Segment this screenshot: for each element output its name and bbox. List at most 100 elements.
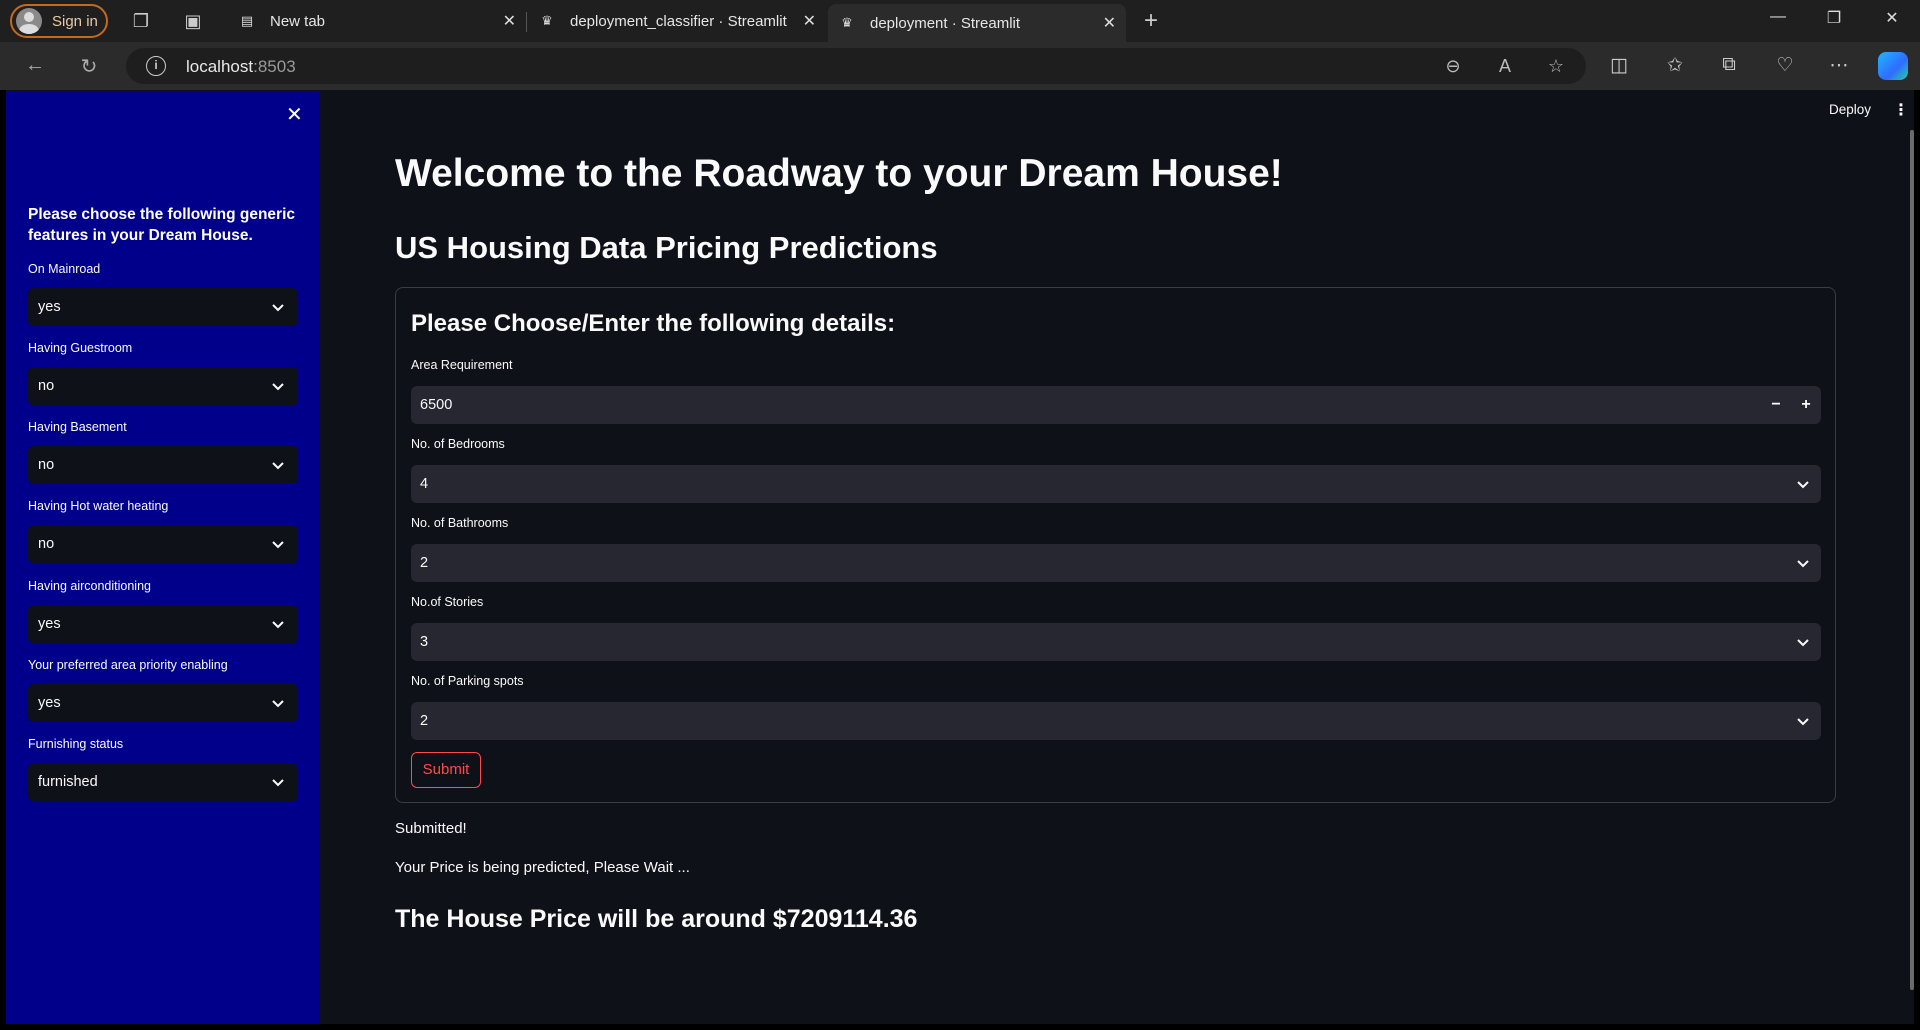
url-text: localhost:8503 (186, 57, 296, 76)
hotwater-select[interactable]: no (28, 525, 298, 563)
signin-label: Sign in (52, 12, 98, 30)
field-label: No. of Parking spots (411, 674, 524, 688)
chevron-down-icon (1797, 623, 1809, 661)
favorites-icon[interactable]: ✩ (1662, 54, 1688, 77)
address-bar[interactable]: i localhost:8503 ⊖ A ☆ (126, 48, 1586, 84)
close-tab-icon[interactable]: ✕ (803, 11, 816, 31)
chevron-down-icon (272, 525, 284, 563)
stories-field: No.of Stories 3 (411, 595, 1821, 661)
minimize-icon[interactable]: — (1766, 8, 1790, 26)
collections-icon[interactable]: ⧉ (1716, 54, 1742, 76)
streamlit-crown-icon: ♛ (541, 13, 553, 28)
close-tab-icon[interactable]: ✕ (503, 11, 516, 31)
form-title: Please Choose/Enter the following detail… (411, 310, 896, 337)
parking-select[interactable]: 2 (411, 702, 1821, 740)
tab-deployment[interactable]: ♛ deployment · Streamlit ✕ (828, 4, 1126, 42)
field-label: Furnishing status (28, 737, 124, 751)
bedrooms-select[interactable]: 4 (411, 465, 1821, 503)
field-label: No.of Stories (411, 595, 484, 609)
furnishing-select[interactable]: furnished (28, 763, 298, 801)
chevron-down-icon (272, 446, 284, 484)
bathrooms-select[interactable]: 2 (411, 544, 1821, 582)
page-title: Welcome to the Roadway to your Dream Hou… (395, 152, 1283, 195)
parking-field: No. of Parking spots 2 (411, 674, 1821, 740)
browser-essentials-icon[interactable]: ♡ (1772, 54, 1798, 77)
tab-new-tab[interactable]: ▤ New tab ✕ (228, 0, 526, 42)
tab-label: deployment · Streamlit (870, 14, 1021, 32)
favorite-star-icon[interactable]: ☆ (1544, 56, 1568, 77)
field-label: No. of Bedrooms (411, 437, 505, 451)
field-label: Having Hot water heating (28, 499, 169, 513)
prefarea-select[interactable]: yes (28, 684, 298, 722)
signin-button[interactable]: Sign in (10, 4, 108, 38)
bedrooms-field: No. of Bedrooms 4 (411, 437, 1821, 503)
area-number-input[interactable]: 6500 − + (411, 386, 1821, 424)
submitted-message: Submitted! (395, 820, 467, 837)
increment-button[interactable]: + (1791, 386, 1821, 424)
chevron-down-icon (1797, 544, 1809, 582)
sidebar-field-basement: Having Basement no (28, 420, 298, 484)
tab-label: New tab (270, 12, 326, 30)
close-window-icon[interactable]: ✕ (1880, 8, 1904, 28)
newtab-icon: ▤ (240, 13, 254, 28)
chevron-down-icon (272, 763, 284, 801)
site-info-icon[interactable]: i (146, 56, 166, 76)
sidebar-field-hotwater: Having Hot water heating no (28, 499, 298, 563)
split-screen-icon[interactable]: ◫ (1606, 54, 1632, 77)
more-options-icon[interactable]: ⋯ (1826, 54, 1852, 77)
basement-select[interactable]: no (28, 446, 298, 484)
predicted-price: The House Price will be around $7209114.… (395, 905, 918, 933)
sidebar: ✕ Please choose the following generic fe… (6, 92, 320, 1024)
guestroom-select[interactable]: no (28, 367, 298, 405)
field-label: Your preferred area priority enabling (28, 658, 228, 672)
details-form: Please Choose/Enter the following detail… (395, 287, 1836, 803)
streamlit-crown-icon: ♛ (841, 15, 853, 30)
field-label: Having airconditioning (28, 579, 151, 593)
browser-toolbar: ← ↻ i localhost:8503 ⊖ A ☆ (0, 42, 1920, 90)
sidebar-field-guestroom: Having Guestroom no (28, 341, 298, 405)
deploy-button[interactable]: Deploy (1829, 102, 1871, 117)
tab-actions-icon[interactable]: ▣ (182, 10, 204, 32)
chevron-down-icon (272, 367, 284, 405)
sidebar-field-airconditioning: Having airconditioning yes (28, 579, 298, 643)
close-tab-icon[interactable]: ✕ (1103, 13, 1116, 33)
profile-avatar-icon (16, 8, 42, 34)
field-label: Having Guestroom (28, 341, 133, 355)
chevron-down-icon (272, 288, 284, 326)
stories-select[interactable]: 3 (411, 623, 1821, 661)
restore-icon[interactable]: ❐ (1822, 8, 1846, 28)
field-label: Area Requirement (411, 358, 513, 372)
copilot-icon[interactable] (1878, 52, 1908, 80)
page-subtitle: US Housing Data Pricing Predictions (395, 230, 938, 265)
zoom-out-icon[interactable]: ⊖ (1441, 56, 1465, 77)
back-icon[interactable]: ← (22, 54, 48, 77)
sidebar-field-mainroad: On Mainroad yes (28, 262, 298, 326)
browser-tabbar: Sign in ❐ ▣ ▤ New tab ✕ ♛ deployment_cla… (0, 0, 1920, 42)
bathrooms-field: No. of Bathrooms 2 (411, 516, 1821, 582)
chevron-down-icon (1797, 702, 1809, 740)
close-sidebar-icon[interactable]: ✕ (286, 102, 303, 127)
area-stepper: − + (1761, 386, 1821, 424)
scrollbar[interactable] (1910, 130, 1914, 990)
chevron-down-icon (272, 605, 284, 643)
new-tab-plus-icon[interactable]: + (1140, 9, 1162, 33)
field-label: No. of Bathrooms (411, 516, 509, 530)
streamlit-app: ✕ Please choose the following generic fe… (6, 90, 1914, 1024)
refresh-icon[interactable]: ↻ (76, 54, 102, 79)
main-menu-icon[interactable]: ⋮ (1893, 100, 1909, 120)
chevron-down-icon (272, 684, 284, 722)
chevron-down-icon (1797, 465, 1809, 503)
field-label: On Mainroad (28, 262, 101, 276)
read-aloud-icon[interactable]: A (1493, 56, 1517, 77)
airconditioning-select[interactable]: yes (28, 605, 298, 643)
workspaces-icon[interactable]: ❐ (130, 10, 152, 32)
mainroad-select[interactable]: yes (28, 288, 298, 326)
field-label: Having Basement (28, 420, 127, 434)
decrement-button[interactable]: − (1761, 386, 1791, 424)
wait-message: Your Price is being predicted, Please Wa… (395, 859, 690, 876)
area-field: Area Requirement 6500 − + (411, 358, 1821, 424)
tab-label: deployment_classifier · Streamlit (570, 12, 787, 30)
submit-button[interactable]: Submit (411, 752, 481, 788)
sidebar-heading: Please choose the following generic feat… (28, 206, 296, 244)
tab-deployment-classifier[interactable]: ♛ deployment_classifier · Streamlit ✕ (528, 0, 826, 42)
